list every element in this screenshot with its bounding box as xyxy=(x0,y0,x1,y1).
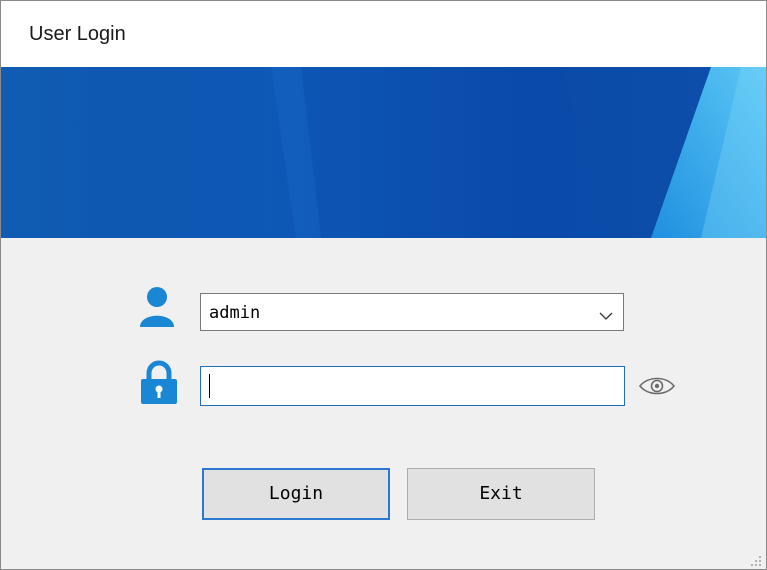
resize-grip-icon[interactable] xyxy=(750,553,762,566)
title-bar[interactable]: User Login xyxy=(1,1,766,67)
exit-button[interactable]: Exit xyxy=(407,468,595,520)
password-input[interactable] xyxy=(200,366,625,406)
username-value: admin xyxy=(209,303,261,323)
user-icon xyxy=(137,285,177,329)
window-title: User Login xyxy=(29,23,126,45)
text-caret xyxy=(209,374,210,398)
login-form: admin Login Exit xyxy=(1,238,766,569)
header-banner xyxy=(1,67,766,238)
login-button[interactable]: Login xyxy=(202,468,390,520)
eye-icon[interactable] xyxy=(638,375,676,397)
username-combobox[interactable]: admin xyxy=(200,293,624,331)
banner-graphic xyxy=(1,67,766,238)
chevron-down-icon[interactable] xyxy=(599,308,613,320)
lock-icon xyxy=(139,360,179,404)
login-window: User Login admin Login Exit xyxy=(0,0,767,570)
